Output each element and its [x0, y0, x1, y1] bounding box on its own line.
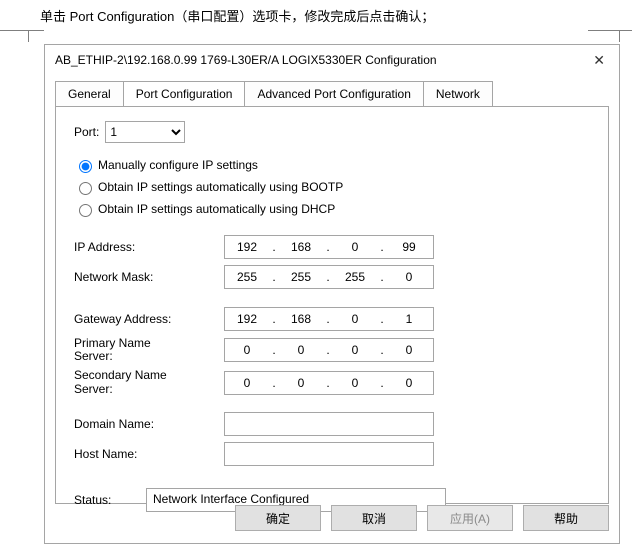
dns1-octet-1[interactable] — [225, 342, 269, 358]
dns1-label: Primary NameServer: — [74, 337, 224, 363]
tab-advanced-port-configuration[interactable]: Advanced Port Configuration — [244, 81, 423, 106]
radio-bootp[interactable] — [79, 182, 92, 195]
dns2-label: Secondary NameServer: — [74, 369, 224, 395]
dns1-octet-3[interactable] — [333, 342, 377, 358]
gw-octet-3[interactable] — [333, 311, 377, 327]
dns2-octet-3[interactable] — [333, 375, 377, 391]
close-icon[interactable]: ✕ — [589, 52, 609, 69]
decorative-line — [619, 30, 620, 42]
network-mask-input[interactable]: . . . — [224, 265, 434, 289]
tab-network[interactable]: Network — [423, 81, 493, 106]
ip-octet-4[interactable] — [387, 239, 431, 255]
ok-button[interactable]: 确定 — [235, 505, 321, 531]
titlebar: AB_ETHIP-2\192.168.0.99 1769-L30ER/A LOG… — [45, 45, 619, 75]
ip-address-input[interactable]: . . . — [224, 235, 434, 259]
tab-general[interactable]: General — [55, 81, 124, 106]
primary-dns-input[interactable]: . . . — [224, 338, 434, 362]
mask-label: Network Mask: — [74, 270, 224, 284]
radio-bootp-label: Obtain IP settings automatically using B… — [98, 180, 343, 194]
radio-dhcp[interactable] — [79, 204, 92, 217]
mask-octet-4[interactable] — [387, 269, 431, 285]
radio-dhcp-label: Obtain IP settings automatically using D… — [98, 202, 335, 216]
ip-octet-1[interactable] — [225, 239, 269, 255]
gw-octet-2[interactable] — [279, 311, 323, 327]
ip-octet-3[interactable] — [333, 239, 377, 255]
help-button[interactable]: 帮助 — [523, 505, 609, 531]
instruction-text: 单击 Port Configuration（串口配置）选项卡，修改完成后点击确认… — [0, 0, 632, 25]
decorative-line — [0, 30, 44, 31]
config-dialog: AB_ETHIP-2\192.168.0.99 1769-L30ER/A LOG… — [44, 44, 620, 544]
port-select[interactable]: 1 — [105, 121, 185, 143]
dialog-buttons: 确定 取消 应用(A) 帮助 — [235, 505, 609, 531]
host-name-input[interactable] — [224, 442, 434, 466]
gateway-label: Gateway Address: — [74, 312, 224, 326]
status-label: Status: — [74, 493, 146, 507]
ip-octet-2[interactable] — [279, 239, 323, 255]
gw-octet-1[interactable] — [225, 311, 269, 327]
host-label: Host Name: — [74, 447, 224, 461]
gateway-input[interactable]: . . . — [224, 307, 434, 331]
port-label: Port: — [74, 125, 99, 139]
domain-label: Domain Name: — [74, 417, 224, 431]
radio-manual-label: Manually configure IP settings — [98, 158, 258, 172]
dns2-octet-2[interactable] — [279, 375, 323, 391]
secondary-dns-input[interactable]: . . . — [224, 371, 434, 395]
tab-port-configuration[interactable]: Port Configuration — [123, 81, 246, 106]
dns1-octet-4[interactable] — [387, 342, 431, 358]
mask-octet-1[interactable] — [225, 269, 269, 285]
mask-octet-2[interactable] — [279, 269, 323, 285]
mask-octet-3[interactable] — [333, 269, 377, 285]
decorative-line — [588, 30, 632, 31]
radio-manual[interactable] — [79, 160, 92, 173]
window-title: AB_ETHIP-2\192.168.0.99 1769-L30ER/A LOG… — [55, 53, 589, 67]
cancel-button[interactable]: 取消 — [331, 505, 417, 531]
apply-button[interactable]: 应用(A) — [427, 505, 513, 531]
dns1-octet-2[interactable] — [279, 342, 323, 358]
dns2-octet-4[interactable] — [387, 375, 431, 391]
decorative-line — [28, 30, 29, 42]
dns2-octet-1[interactable] — [225, 375, 269, 391]
tab-page-port-configuration: Port: 1 Manually configure IP settings O… — [55, 106, 609, 504]
ip-label: IP Address: — [74, 240, 224, 254]
tabstrip: General Port Configuration Advanced Port… — [55, 81, 609, 106]
domain-name-input[interactable] — [224, 412, 434, 436]
gw-octet-4[interactable] — [387, 311, 431, 327]
